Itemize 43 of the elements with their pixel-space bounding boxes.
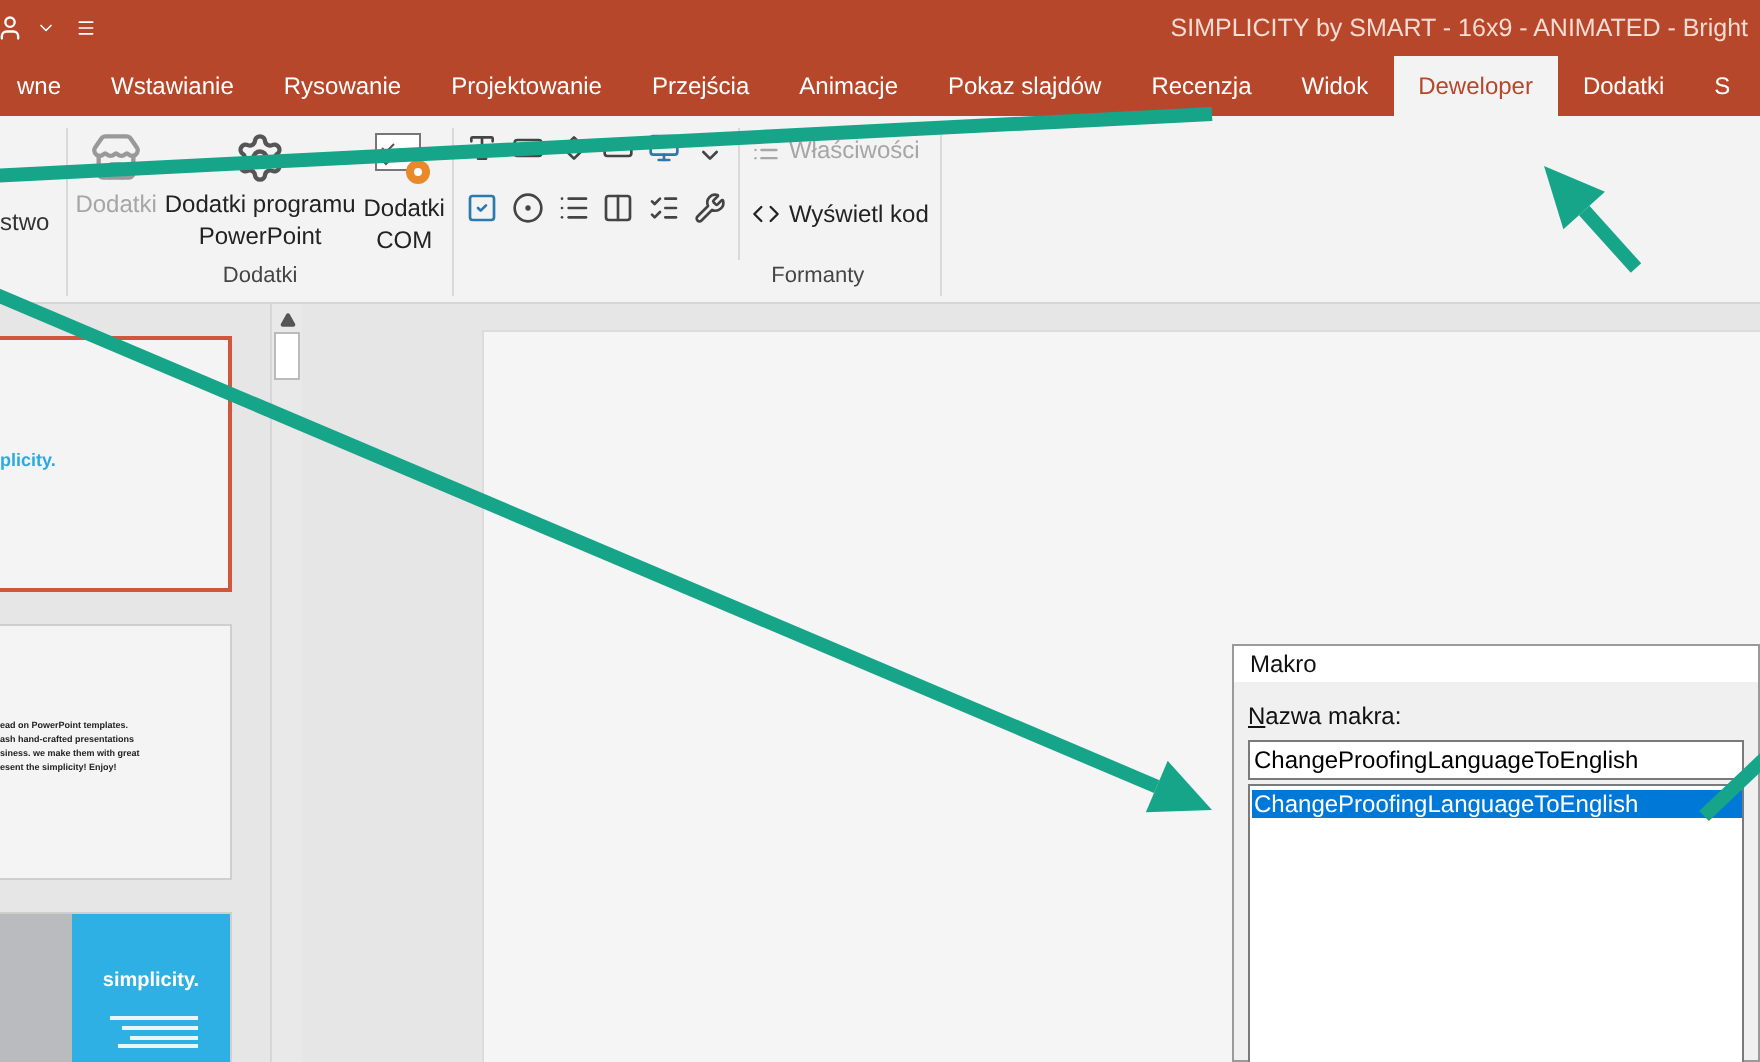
list-box-icon[interactable] (557, 192, 590, 224)
ribbon-tab[interactable]: Pokaz slajdów (923, 56, 1127, 116)
store-icon (90, 132, 143, 184)
ribbon-button[interactable]: Dodatki COM (363, 128, 445, 256)
ribbon-tab[interactable]: Recenzja (1126, 56, 1277, 116)
ribbon-tab[interactable]: wne (0, 56, 87, 116)
checkbox-icon[interactable] (466, 192, 499, 224)
slide-logo-text: plicity. (0, 448, 56, 474)
ribbon-tab[interactable]: Projektowanie (426, 56, 627, 116)
ribbon-button[interactable]: stwo (0, 204, 50, 240)
group-label: Dodatki (222, 262, 298, 292)
macro-list-item[interactable]: ChangeProofingLanguageToEnglish (1252, 790, 1742, 818)
ribbon-tab[interactable]: S (1689, 56, 1756, 116)
ribbon-tab[interactable]: Wstawianie (86, 56, 259, 116)
option-button-icon[interactable] (512, 192, 545, 224)
ribbon-tab[interactable]: Widok (1276, 56, 1394, 116)
user-icon[interactable] (0, 14, 24, 42)
ribbon-tab[interactable]: Dodatki (1557, 56, 1690, 116)
toggle-button-icon[interactable] (648, 192, 681, 224)
code-icon (752, 200, 781, 228)
window-title: SIMPLICITY by SMART - 16x9 - ANIMATED - Bright (1170, 11, 1750, 46)
customize-icon[interactable] (76, 18, 96, 38)
field-label: Nazwa makra: (1248, 700, 1404, 734)
scroll-bar[interactable] (270, 304, 302, 1062)
tools-icon[interactable] (693, 192, 726, 224)
ribbon-tab[interactable]: Przejścia (626, 56, 775, 116)
slide-logo-text: simplicity. (102, 968, 200, 996)
ribbon-tab[interactable]: Rysowanie (258, 56, 427, 116)
gear-icon (234, 132, 287, 184)
dialog-title: Makro (1250, 648, 1317, 682)
ribbon-button[interactable]: Wyświetl kod (752, 196, 929, 232)
ribbon-button[interactable]: Dodatki programu PowerPoint (164, 128, 356, 252)
scroll-thumb[interactable] (274, 332, 300, 380)
group-label: Formanty (771, 262, 865, 292)
macro-name-field[interactable]: ChangeProofingLanguageToEnglish (1248, 740, 1744, 780)
ribbon-tab[interactable]: Animacje (774, 56, 923, 116)
scroll-up-icon[interactable] (279, 312, 295, 328)
annotation-arrow (1544, 166, 1642, 273)
ribbon-tab[interactable]: Deweloper (1393, 56, 1558, 116)
form-gear-icon (374, 132, 435, 188)
combo-box-icon[interactable] (602, 192, 635, 224)
label-control-icon[interactable] (466, 132, 499, 164)
macro-list[interactable]: ChangeProofingLanguageToEnglish (1248, 784, 1744, 1062)
